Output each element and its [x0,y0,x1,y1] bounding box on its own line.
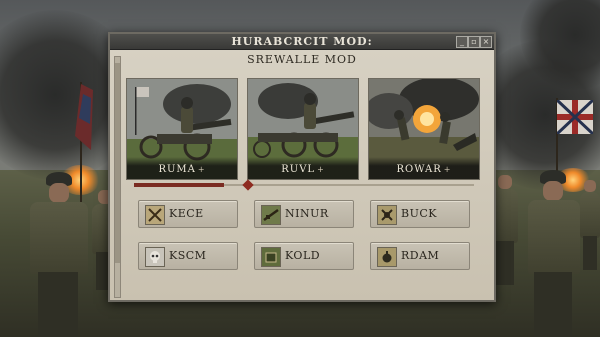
scrollbar[interactable] [114,56,121,298]
soldier-figure [580,180,600,270]
grenade-icon [377,247,397,267]
plus-icon: + [197,165,206,174]
option-button[interactable]: NINUR [254,200,354,228]
soldier-figure [18,172,98,337]
flag-icon [75,84,93,150]
option-label: RDAM [401,249,440,262]
mod-card-label: ROWAR [396,164,442,175]
title-bar[interactable]: HURABCRCIT MOD: _ ▫ × [110,34,494,50]
mod-card-label: RUMA [158,164,196,175]
close-icon[interactable]: × [480,36,492,48]
option-label: KSCM [169,249,207,262]
scrollbar-thumb[interactable] [115,63,120,263]
mod-card-caption: RUMA + [127,157,237,179]
option-label: KECE [169,207,204,220]
option-button[interactable]: RDAM [370,242,470,270]
skull-icon [145,247,165,267]
window-title: HURABCRCIT MOD: [231,35,373,48]
dialog-subtitle: SREWALLE MOD [247,53,357,66]
option-button[interactable]: KECE [138,200,238,228]
selection-indicator [134,183,224,187]
option-label: KOLD [285,249,321,262]
crossed-swords-icon [145,205,165,225]
mod-card[interactable]: RUVL + [247,78,359,180]
minimize-icon[interactable]: _ [456,36,468,48]
diamond-marker-icon [242,179,254,191]
ammo-crate-icon [261,247,281,267]
plus-icon: + [443,165,452,174]
option-button[interactable]: KOLD [254,242,354,270]
option-button[interactable]: BUCK [370,200,470,228]
mod-card[interactable]: ROWAR + [368,78,480,180]
mod-card-caption: RUVL + [248,157,358,179]
mod-card[interactable]: RUMA + [126,78,238,180]
option-label: NINUR [285,207,329,220]
selection-divider [134,179,474,191]
mod-card-label: RUVL [281,164,316,175]
mod-card-caption: ROWAR + [369,157,479,179]
rifle-icon [261,205,281,225]
restore-icon[interactable]: ▫ [468,36,480,48]
mod-dialog: HURABCRCIT MOD: _ ▫ × SREWALLE MOD RUMA + [108,32,496,302]
crossed-arms-icon [377,205,397,225]
option-label: BUCK [401,207,437,220]
option-button[interactable]: KSCM [138,242,238,270]
plus-icon: + [317,165,325,174]
flag-icon [557,100,593,134]
